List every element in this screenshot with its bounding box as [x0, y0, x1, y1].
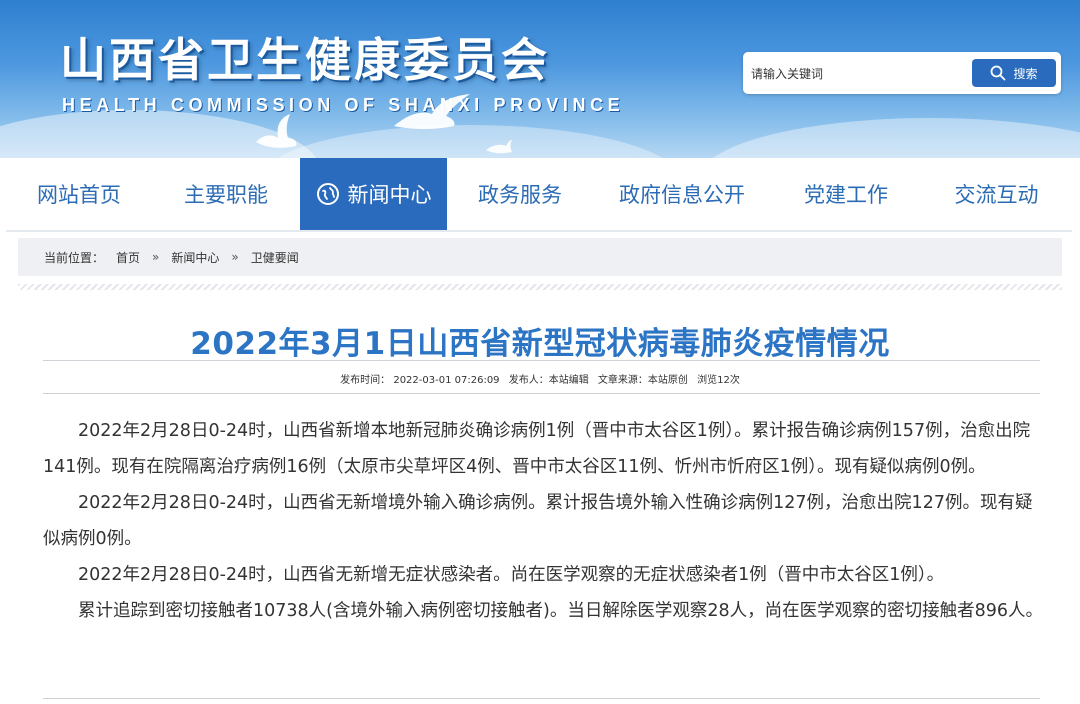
- site-subtitle: HEALTH COMMISSION OF SHANXI PROVINCE: [62, 95, 625, 115]
- dove-icon: [394, 94, 470, 129]
- search-box: 搜索: [743, 52, 1061, 94]
- nav-item-label: 党建工作: [804, 183, 888, 207]
- breadcrumb-prefix: 当前位置：: [44, 250, 105, 265]
- publish-time: 发布时间： 2022-03-01 07:26:09: [340, 375, 500, 386]
- divider-stripe: [18, 284, 1062, 290]
- article-paragraph: 累计追踪到密切接触者10738人(含境外输入病例密切接触者)。当日解除医学观察2…: [78, 601, 1043, 621]
- article-paragraph: 2022年2月28日0-24时，山西省无新增无症状感染者。尚在医学观察的无症状感…: [78, 565, 945, 585]
- search-icon: [991, 65, 1006, 81]
- main-nav: 网站首页 主要职能 新闻中心 政务服务 政府信息公开 党建工作 交流互动: [6, 158, 1072, 232]
- search-button[interactable]: 搜索: [972, 59, 1056, 87]
- article-paragraph: 2022年2月28日0-24时，山西省新增本地新冠肺炎确诊病例1例（晋中市太谷区…: [43, 421, 1031, 477]
- article-body: 2022年2月28日0-24时，山西省新增本地新冠肺炎确诊病例1例（晋中市太谷区…: [43, 413, 1043, 629]
- divider: [43, 360, 1040, 361]
- nav-item-label: 新闻中心: [347, 183, 432, 207]
- nav-bar-wrapper: 网站首页 主要职能 新闻中心 政务服务 政府信息公开 党建工作 交流互动: [0, 158, 1080, 232]
- breadcrumb-separator: »: [231, 250, 239, 264]
- nav-item-label: 政务服务: [478, 183, 562, 207]
- article-meta: 发布时间： 2022-03-01 07:26:09 发布人：本站编辑 文章来源：…: [0, 371, 1080, 386]
- nav-item-label: 主要职能: [184, 183, 268, 207]
- divider: [43, 698, 1040, 699]
- search-button-label: 搜索: [1013, 66, 1038, 81]
- nav-item-label: 政府信息公开: [619, 183, 745, 207]
- dove-icon: [256, 114, 297, 148]
- globe-icon: [316, 182, 340, 206]
- nav-item-home[interactable]: 网站首页: [6, 158, 152, 230]
- nav-item-info-disclosure[interactable]: 政府信息公开: [593, 158, 771, 230]
- view-count: 浏览12次: [697, 375, 740, 386]
- article-source: 文章来源：本站原创: [597, 375, 688, 386]
- article-title: 2022年3月1日山西省新型冠状病毒肺炎疫情情况: [190, 326, 890, 362]
- nav-item-party-building[interactable]: 党建工作: [771, 158, 921, 230]
- breadcrumb: 当前位置： 首页 » 新闻中心 » 卫健要闻: [18, 238, 1062, 276]
- breadcrumb-link-home[interactable]: 首页: [116, 249, 140, 266]
- nav-item-label: 网站首页: [37, 183, 121, 207]
- dove-icon: [486, 140, 512, 154]
- search-input[interactable]: [749, 59, 971, 89]
- nav-item-services[interactable]: 政务服务: [447, 158, 593, 230]
- nav-item-interaction[interactable]: 交流互动: [921, 158, 1072, 230]
- breadcrumb-link-news[interactable]: 新闻中心: [171, 249, 219, 266]
- breadcrumb-separator: »: [152, 250, 160, 264]
- breadcrumb-link-health-news[interactable]: 卫健要闻: [251, 249, 299, 266]
- nav-item-functions[interactable]: 主要职能: [152, 158, 300, 230]
- site-title: 山西省卫生健康委员会: [60, 33, 550, 87]
- divider: [43, 393, 1040, 394]
- nav-item-news[interactable]: 新闻中心: [300, 158, 447, 230]
- article-paragraph: 2022年2月28日0-24时，山西省无新增境外输入确诊病例。累计报告境外输入性…: [43, 493, 1033, 549]
- nav-item-label: 交流互动: [954, 183, 1039, 207]
- site-header: 山西省卫生健康委员会 HEALTH COMMISSION OF SHANXI P…: [0, 0, 1080, 160]
- publisher: 发布人：本站编辑: [508, 375, 589, 386]
- cloud-decoration: [700, 118, 1080, 160]
